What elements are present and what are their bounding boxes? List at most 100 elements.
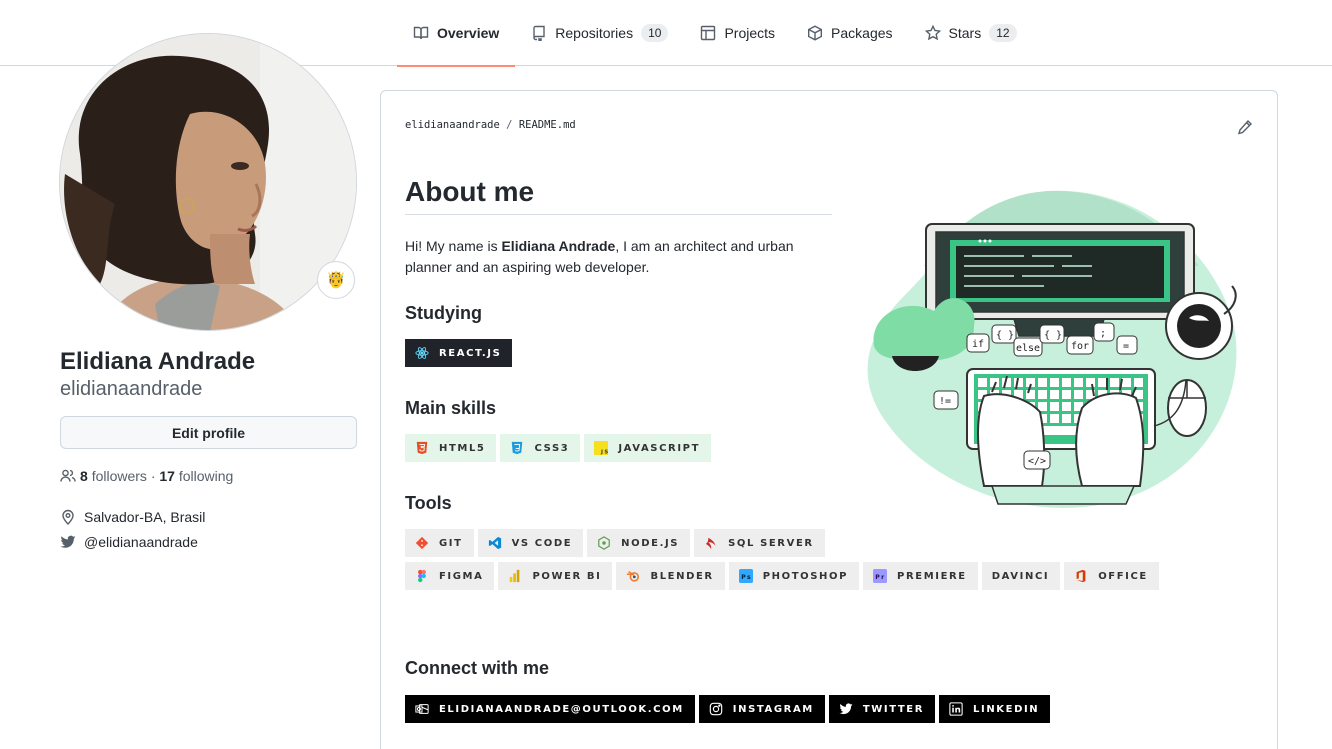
following-count: 17 (159, 468, 175, 484)
illustration-word: if (972, 339, 984, 350)
follow-stats: 8 followers · 17 following (60, 468, 233, 484)
git-icon (415, 536, 429, 550)
badge-javascript[interactable]: JS JAVASCRIPT (584, 434, 712, 462)
connect-heading: Connect with me (405, 658, 550, 678)
javascript-icon: JS (594, 441, 609, 455)
office-icon (1076, 569, 1086, 583)
illustration-word: else (1016, 343, 1040, 354)
readme-intro: Hi! My name is Elidiana Andrade, I am an… (405, 238, 794, 275)
repo-icon (533, 25, 545, 41)
status-button[interactable]: 🤴 (317, 261, 355, 299)
twitter-row[interactable]: @elidianaandrade (60, 534, 198, 550)
following-label: following (178, 468, 234, 484)
twitter-icon (839, 703, 853, 715)
badge-instagram[interactable]: INSTAGRAM (698, 695, 825, 723)
svg-text:Pr: Pr (875, 574, 885, 581)
badge-sqlserver[interactable]: SQL SERVER (694, 529, 825, 557)
illustration-word: { } (996, 330, 1014, 341)
location-icon (62, 509, 74, 525)
package-icon (808, 25, 823, 41)
premiere-icon: Pr (873, 569, 888, 583)
people-icon (60, 469, 76, 482)
coding-illustration: if { } else { } for ; = != </> (867, 190, 1237, 508)
tools-badges-row2: FIGMA POWER BI BLENDER Ps PHOTOSHOP Pr P… (405, 562, 1159, 590)
badge-css3[interactable]: CSS3 (500, 434, 581, 462)
svg-text:Ps: Ps (741, 574, 752, 581)
badge-twitter[interactable]: TWITTER (828, 695, 936, 723)
followers-label: followers (91, 468, 147, 484)
nodejs-icon (598, 536, 611, 550)
connect-badges: ELIDIANAANDRADE@OUTLOOK.COM INSTAGRAM TW… (405, 695, 1051, 723)
tools-heading: Tools (405, 493, 452, 513)
react-icon (415, 347, 429, 359)
stars-count: 12 (989, 24, 1017, 42)
tab-label: Stars (948, 25, 982, 41)
repositories-count: 10 (641, 24, 669, 42)
tools-badges-row1: GIT VS CODE NODE.JS SQL SERVER (405, 529, 825, 557)
blender-icon (627, 571, 640, 582)
badge-html5[interactable]: HTML5 (405, 434, 497, 462)
badge-nodejs[interactable]: NODE.JS (587, 529, 691, 557)
pencil-icon[interactable] (1237, 119, 1253, 135)
crown-emoji-icon: 🤴 (326, 272, 346, 289)
tab-packages[interactable]: Packages (791, 0, 908, 66)
location-row: Salvador-BA, Brasil (60, 509, 205, 525)
badge-photoshop[interactable]: Ps PHOTOSHOP (728, 562, 860, 590)
tab-label: Repositories (555, 25, 634, 41)
outlook-icon (415, 704, 429, 714)
badge-figma[interactable]: FIGMA (405, 562, 495, 590)
badge-vscode[interactable]: VS CODE (477, 529, 584, 557)
edit-profile-button[interactable]: Edit profile (60, 416, 357, 449)
table-icon (701, 25, 716, 41)
illustration-word: != (939, 396, 951, 407)
badge-git[interactable]: GIT (405, 529, 474, 557)
svg-text:JS: JS (600, 449, 608, 455)
tab-label: Packages (831, 25, 893, 41)
badge-powerbi[interactable]: POWER BI (498, 562, 613, 590)
illustration-word: for (1071, 341, 1089, 352)
readme-title: About me (405, 176, 832, 215)
studying-heading: Studying (405, 303, 482, 323)
illustration-word: { } (1044, 330, 1062, 341)
illustration-word: = (1123, 341, 1129, 352)
photoshop-icon: Ps (738, 569, 753, 583)
skills-badges: HTML5 CSS3 JS JAVASCRIPT (405, 434, 712, 462)
readme-breadcrumb: elidianaandrade / README.md (405, 119, 576, 131)
instagram-icon (709, 702, 723, 716)
profile-tabs: Overview Repositories 10 Projects Packag… (397, 0, 1033, 67)
profile-username: elidianaandrade (60, 378, 203, 400)
badge-premiere[interactable]: Pr PREMIERE (863, 562, 978, 590)
readme-file-link[interactable]: README.md (519, 119, 576, 131)
css3-icon (512, 441, 523, 455)
badge-email[interactable]: ELIDIANAANDRADE@OUTLOOK.COM (405, 695, 695, 723)
followers-link[interactable]: 8 followers (80, 468, 147, 484)
skills-heading: Main skills (405, 398, 497, 418)
tab-overview[interactable]: Overview (397, 0, 516, 67)
badge-office[interactable]: OFFICE (1064, 562, 1159, 590)
tab-label: Projects (724, 25, 776, 41)
badge-linkedin[interactable]: LINKEDIN (939, 695, 1051, 723)
book-icon (413, 26, 429, 40)
readme-card: elidianaandrade / README.md About me Hi!… (380, 90, 1278, 749)
intro-name: Elidiana Andrade (501, 238, 616, 254)
badge-blender[interactable]: BLENDER (616, 562, 725, 590)
tab-projects[interactable]: Projects (684, 0, 791, 66)
html5-icon (416, 441, 428, 455)
readme-owner-link[interactable]: elidianaandrade (405, 119, 500, 131)
twitter-icon (60, 535, 76, 548)
following-link[interactable]: 17 following (159, 468, 233, 484)
badge-davinci[interactable]: DAVINCI (981, 562, 1061, 590)
illustration-word: </> (1028, 456, 1046, 467)
twitter-handle: @elidianaandrade (84, 534, 198, 550)
figma-icon (418, 569, 426, 583)
location-text: Salvador-BA, Brasil (84, 509, 206, 525)
avatar-portrait (60, 34, 356, 330)
profile-name: Elidiana Andrade (60, 348, 256, 375)
illustration-word: ; (1100, 328, 1106, 339)
tab-repositories[interactable]: Repositories 10 (515, 0, 684, 66)
breadcrumb-separator: / (506, 119, 513, 131)
tab-stars[interactable]: Stars 12 (909, 0, 1033, 66)
avatar[interactable] (59, 33, 357, 331)
vscode-icon (488, 536, 501, 550)
badge-react[interactable]: REACT.JS (405, 339, 513, 367)
